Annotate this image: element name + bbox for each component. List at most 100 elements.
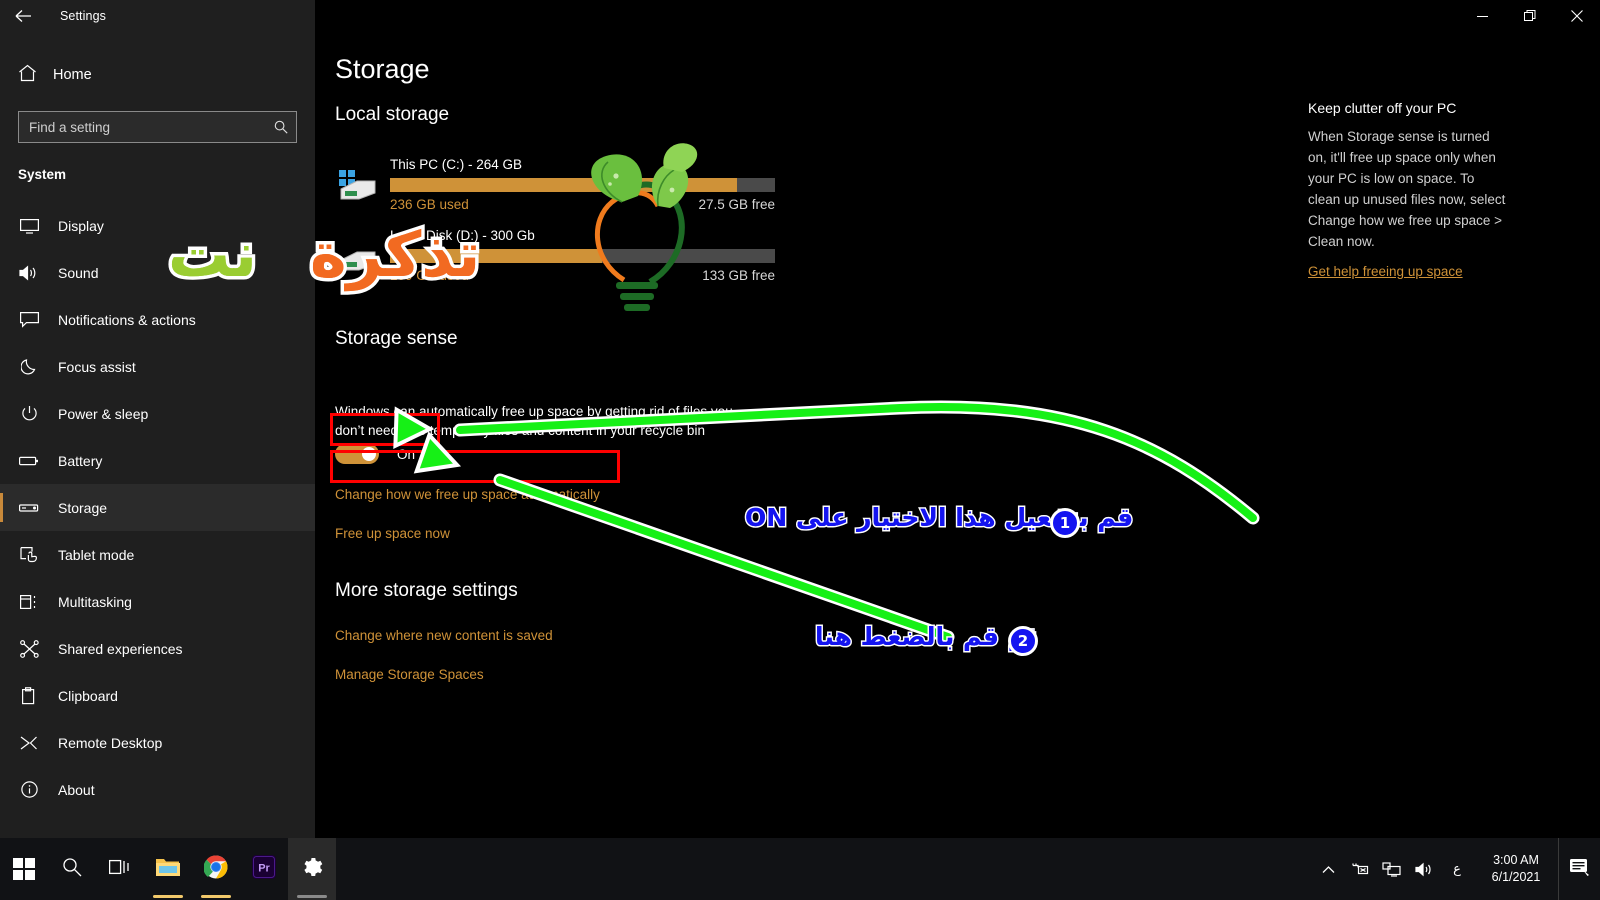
watermark-word-net-fill: نت xyxy=(168,218,257,291)
title-bar-right xyxy=(315,0,1600,32)
network-icon[interactable] xyxy=(1344,838,1376,900)
sidebar-item-clipboard[interactable]: Clipboard xyxy=(0,672,315,719)
minimize-button[interactable] xyxy=(1459,0,1506,32)
sidebar-label: Storage xyxy=(58,499,108,516)
remote-desktop-icon xyxy=(18,735,40,751)
watermark-word-tathkera-fill: تذكرة xyxy=(310,218,481,291)
link-change-how-we-free-up-space[interactable]: Change how we free up space automaticall… xyxy=(335,487,600,502)
search-input[interactable] xyxy=(19,112,266,142)
sidebar-label: Battery xyxy=(58,452,103,469)
display-icon[interactable] xyxy=(1376,838,1408,900)
sidebar-item-multitasking[interactable]: Multitasking xyxy=(0,578,315,625)
sidebar-item-home[interactable]: Home xyxy=(0,55,315,95)
taskbar-search-button[interactable] xyxy=(48,838,96,900)
running-indicator xyxy=(297,895,327,898)
drive-used-label: 236 GB used xyxy=(390,197,469,212)
drive-name: This PC (C:) - 264 GB xyxy=(390,157,523,172)
drive-free-label: 133 GB free xyxy=(702,268,775,283)
drive-row-c[interactable]: This PC (C:) - 264 GB 236 GB used 27.5 G… xyxy=(335,157,775,212)
sidebar-label: Power & sleep xyxy=(58,405,149,422)
drive-usage-labels: 236 GB used 27.5 GB free xyxy=(390,197,775,212)
svg-text:Pr: Pr xyxy=(258,862,270,874)
action-center-icon xyxy=(1569,857,1590,881)
highlight-box-change-link xyxy=(330,450,620,483)
sidebar-item-storage[interactable]: Storage xyxy=(0,484,315,531)
right-panel-body: When Storage sense is turned on, it'll f… xyxy=(1308,129,1506,249)
chrome-button[interactable] xyxy=(192,838,240,900)
search-box[interactable] xyxy=(18,111,297,143)
running-indicator xyxy=(153,895,183,898)
file-explorer-button[interactable] xyxy=(144,838,192,900)
battery-icon xyxy=(18,455,40,467)
close-button[interactable] xyxy=(1553,0,1600,32)
start-button[interactable] xyxy=(0,838,48,900)
multitask-icon xyxy=(18,594,40,610)
sidebar-item-about[interactable]: About xyxy=(0,766,315,813)
sidebar-item-tablet-mode[interactable]: Tablet mode xyxy=(0,531,315,578)
chat-bubble-icon xyxy=(18,311,40,328)
sidebar-label: Clipboard xyxy=(58,687,118,704)
sidebar-home-label: Home xyxy=(53,67,92,83)
sidebar-item-focus-assist[interactable]: Focus assist xyxy=(0,343,315,390)
action-center-button[interactable] xyxy=(1558,838,1600,900)
back-button[interactable] xyxy=(0,0,46,32)
clock-time: 3:00 AM xyxy=(1493,853,1539,867)
taskbar: Pr ع 3:00 AM 6/1/2021 xyxy=(0,838,1600,900)
sidebar-item-power-sleep[interactable]: Power & sleep xyxy=(0,390,315,437)
home-icon xyxy=(18,64,37,87)
volume-icon[interactable] xyxy=(1408,838,1440,900)
clock-date: 6/1/2021 xyxy=(1491,870,1541,884)
sidebar-item-remote-desktop[interactable]: Remote Desktop xyxy=(0,719,315,766)
sidebar-nav: Display Sound Notifications & actions Fo… xyxy=(0,202,315,813)
sidebar-item-notifications[interactable]: Notifications & actions xyxy=(0,296,315,343)
settings-button[interactable] xyxy=(288,838,336,900)
link-change-where-new-content-is-saved[interactable]: Change where new content is saved xyxy=(335,628,553,643)
premiere-button[interactable]: Pr xyxy=(240,838,288,900)
share-nodes-icon xyxy=(18,639,40,658)
task-view-icon xyxy=(108,858,131,881)
drive-icon xyxy=(18,502,40,514)
drive-usage-fill xyxy=(390,178,737,192)
settings-window: Settings Home Find a setting System Disp… xyxy=(0,0,1600,900)
system-tray: ع 3:00 AM 6/1/2021 xyxy=(1312,838,1600,900)
sidebar: Home System Display xyxy=(0,32,315,838)
sidebar-label: About xyxy=(58,781,95,798)
link-manage-storage-spaces[interactable]: Manage Storage Spaces xyxy=(335,667,484,682)
sidebar-label: Shared experiences xyxy=(58,640,183,657)
clock[interactable]: 3:00 AM 6/1/2021 xyxy=(1474,838,1558,900)
tablet-hand-icon xyxy=(18,546,40,563)
show-hidden-icons-button[interactable] xyxy=(1312,838,1344,900)
running-indicator xyxy=(201,895,231,898)
task-view-button[interactable] xyxy=(96,838,144,900)
monitor-icon xyxy=(18,218,40,234)
sidebar-item-display[interactable]: Display xyxy=(0,202,315,249)
window-controls xyxy=(1459,0,1600,32)
folder-icon xyxy=(155,856,181,883)
local-storage-heading: Local storage xyxy=(335,104,450,125)
info-icon xyxy=(18,781,40,798)
sidebar-item-sound[interactable]: Sound xyxy=(0,249,315,296)
sidebar-item-battery[interactable]: Battery xyxy=(0,437,315,484)
highlight-box-toggle xyxy=(330,413,440,446)
sidebar-label: Multitasking xyxy=(58,593,132,610)
storage-sense-heading: Storage sense xyxy=(335,328,458,349)
drive-usage-bar xyxy=(390,178,775,192)
sidebar-label: Focus assist xyxy=(58,358,136,375)
speaker-icon xyxy=(18,264,40,281)
sidebar-label: Tablet mode xyxy=(58,546,135,563)
language-indicator[interactable]: ع xyxy=(1440,861,1474,877)
sidebar-item-shared-experiences[interactable]: Shared experiences xyxy=(0,625,315,672)
gear-icon xyxy=(300,855,324,884)
link-free-up-space-now[interactable]: Free up space now xyxy=(335,526,450,541)
restore-button[interactable] xyxy=(1506,0,1553,32)
clipboard-icon xyxy=(18,686,40,705)
annotation-step1-badge: 1 xyxy=(1050,508,1080,538)
sidebar-label: Remote Desktop xyxy=(58,734,163,751)
moon-icon xyxy=(18,358,40,375)
right-info-panel: Keep clutter off your PC When Storage se… xyxy=(1308,100,1508,279)
power-icon xyxy=(18,405,40,422)
more-storage-settings-heading: More storage settings xyxy=(335,580,518,601)
drive-free-label: 27.5 GB free xyxy=(698,197,775,212)
annotation-step2-text-fill: ثم قم بالضغط هنا xyxy=(815,622,1037,651)
link-get-help-freeing-up-space[interactable]: Get help freeing up space xyxy=(1308,264,1508,279)
